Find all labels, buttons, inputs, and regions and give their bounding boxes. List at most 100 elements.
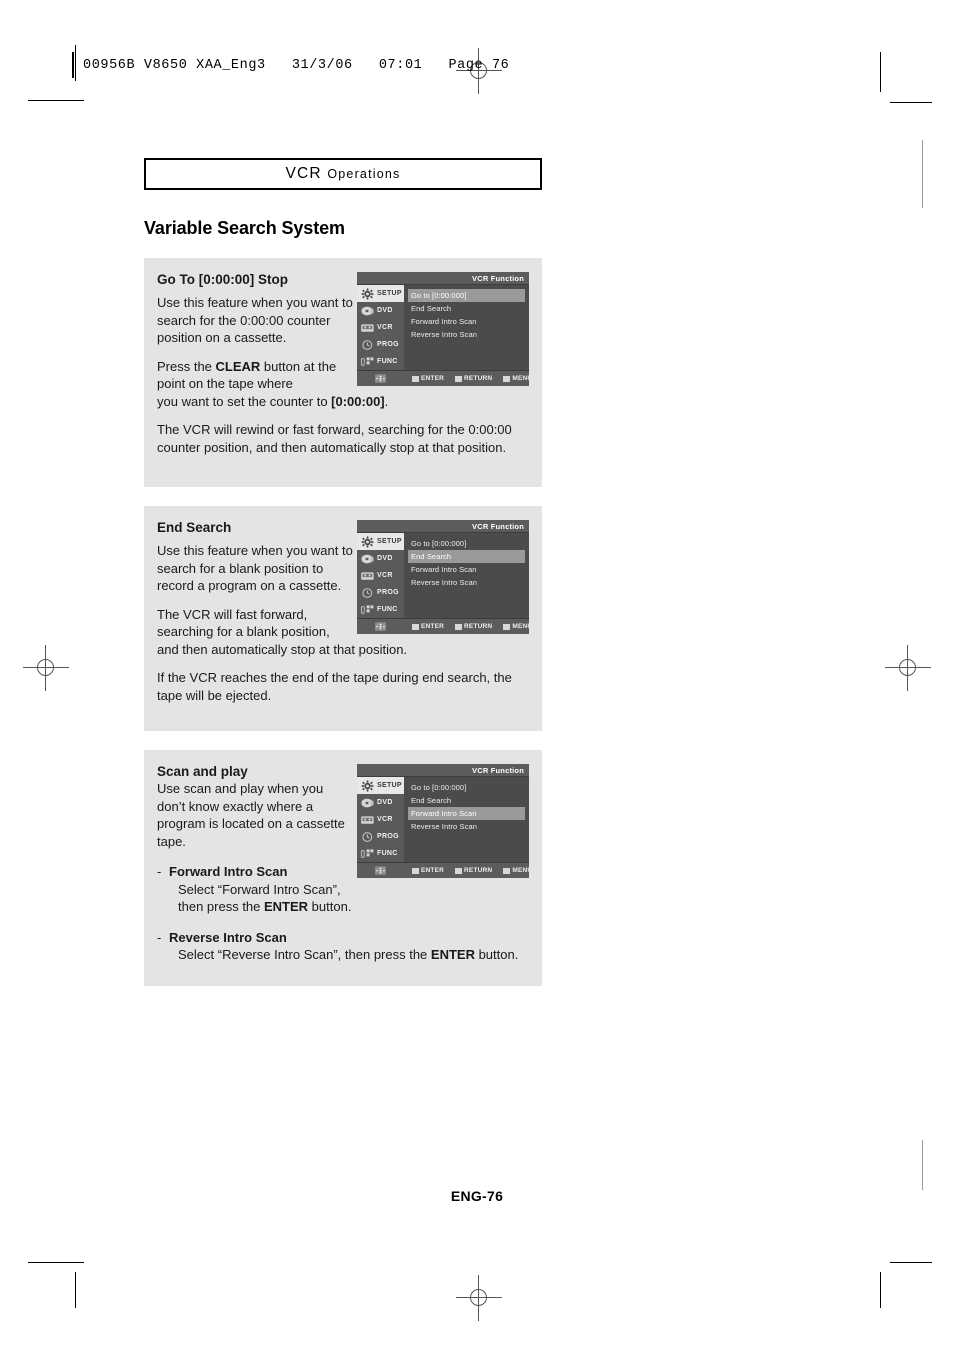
crop-mark-bottom-right-horizontal bbox=[890, 1262, 932, 1263]
osd-tab-label: VCR bbox=[377, 816, 393, 823]
osd-tab-prog[interactable]: PROG bbox=[357, 336, 404, 353]
gear-icon bbox=[360, 535, 375, 548]
gear-icon bbox=[360, 779, 375, 792]
osd-tab-setup[interactable]: SETUP bbox=[357, 533, 404, 550]
dpad-icon bbox=[357, 621, 404, 632]
chapter-banner: VCR Operations bbox=[144, 158, 542, 190]
crop-mark-top-right-horizontal bbox=[890, 102, 932, 103]
osd-menu-item[interactable]: Reverse Intro Scan bbox=[408, 328, 525, 341]
osd-menu-item[interactable]: End Search bbox=[408, 302, 525, 315]
osd-menu-item[interactable]: Reverse Intro Scan bbox=[408, 820, 525, 833]
osd-menu-item[interactable]: Go to [0:00:000] bbox=[408, 289, 525, 302]
registration-mark-right bbox=[885, 645, 931, 691]
osd-title: VCR Function bbox=[472, 273, 524, 283]
osd-tab-label: SETUP bbox=[377, 782, 402, 789]
osd-tab-dvd[interactable]: DVD bbox=[357, 794, 404, 811]
osd-tab-label: PROG bbox=[377, 341, 399, 348]
osd-tab-label: SETUP bbox=[377, 290, 402, 297]
dpad-icon bbox=[357, 373, 404, 384]
osd-key-label: MENU bbox=[512, 623, 529, 630]
osd-key-label: ENTER bbox=[421, 623, 445, 630]
osd-menu-list: Go to [0:00:000] End Search Forward Intr… bbox=[404, 777, 529, 862]
osd-body: SETUP DVD VCR PROG FUNC Go to [0:00:000]… bbox=[357, 777, 529, 862]
osd-tab-func[interactable]: FUNC bbox=[357, 601, 404, 618]
chapter-small-word: Operations bbox=[327, 167, 401, 181]
section-paragraph: Use this feature when you want to search… bbox=[157, 543, 353, 593]
osd-menu-list: Go to [0:00:000] End Search Forward Intr… bbox=[404, 533, 529, 618]
section-panel-end-search: End Search Use this feature when you wan… bbox=[144, 506, 542, 731]
enter-key-icon bbox=[412, 375, 419, 382]
print-header-code: 00956B V8650 XAA_Eng3 31/3/06 07:01 Page… bbox=[83, 57, 510, 73]
grid-icon bbox=[360, 848, 375, 860]
crop-mark-bottom-right-vertical bbox=[880, 1272, 881, 1308]
section-paragraph: Use scan and play when you don’t know ex… bbox=[157, 781, 345, 849]
osd-tab-prog[interactable]: PROG bbox=[357, 828, 404, 845]
section-panel-go-to-stop: Go To [0:00:00] Stop Use this feature wh… bbox=[144, 258, 542, 487]
osd-tab-dvd[interactable]: DVD bbox=[357, 302, 404, 319]
osd-tab-label: PROG bbox=[377, 589, 399, 596]
section-paragraph: Use this feature when you want to search… bbox=[157, 295, 353, 345]
osd-menu-item[interactable]: Forward Intro Scan bbox=[408, 563, 525, 576]
osd-tab-vcr[interactable]: VCR bbox=[357, 811, 404, 828]
osd-body: SETUP DVD VCR PROG FUNC Go to [0:00:000]… bbox=[357, 533, 529, 618]
osd-tab-setup[interactable]: SETUP bbox=[357, 285, 404, 302]
osd-footer-bar: ENTER RETURN MENU bbox=[357, 618, 529, 634]
osd-title-bar: VCR Function bbox=[357, 272, 529, 285]
bullet-dash: - bbox=[157, 864, 162, 879]
page-content: VCR Operations Variable Search System Go… bbox=[144, 158, 542, 986]
osd-menu-item[interactable]: Forward Intro Scan bbox=[408, 315, 525, 328]
osd-tab-func[interactable]: FUNC bbox=[357, 845, 404, 862]
osd-tab-label: DVD bbox=[377, 799, 393, 806]
bullet-title: Reverse Intro Scan bbox=[169, 929, 287, 945]
osd-body: SETUP DVD VCR PROG FUNC Go to [0:00:000]… bbox=[357, 285, 529, 370]
osd-tab-dvd[interactable]: DVD bbox=[357, 550, 404, 567]
osd-tab-setup[interactable]: SETUP bbox=[357, 777, 404, 794]
disc-icon bbox=[360, 305, 375, 317]
crop-mark-top-left-horizontal bbox=[28, 100, 84, 101]
print-header-tick bbox=[72, 52, 74, 78]
osd-title: VCR Function bbox=[472, 521, 524, 531]
osd-menu-item[interactable]: Forward Intro Scan bbox=[408, 807, 525, 820]
osd-footer-bar: ENTER RETURN MENU bbox=[357, 862, 529, 878]
bullet-body: Select “Reverse Intro Scan”, then press … bbox=[178, 947, 519, 962]
print-header-strip: 00956B V8650 XAA_Eng3 31/3/06 07:01 Page… bbox=[72, 52, 509, 78]
osd-menu-item[interactable]: Go to [0:00:000] bbox=[408, 537, 525, 550]
osd-tab-vcr[interactable]: VCR bbox=[357, 567, 404, 584]
enter-key-icon bbox=[412, 867, 419, 874]
list-item: - Reverse Intro Scan Select “Reverse Int… bbox=[157, 929, 528, 964]
bullet-content: Reverse Intro Scan Select “Reverse Intro… bbox=[169, 929, 528, 964]
section-paragraph: The VCR will rewind or fast forward, sea… bbox=[157, 422, 512, 455]
osd-menu-item[interactable]: Go to [0:00:000] bbox=[408, 781, 525, 794]
osd-menu-item[interactable]: Reverse Intro Scan bbox=[408, 576, 525, 589]
section-paragraph: The VCR will fast forward, searching for… bbox=[157, 606, 330, 640]
page-title: Variable Search System bbox=[144, 218, 345, 238]
osd-tab-label: DVD bbox=[377, 307, 393, 314]
osd-tab-label: SETUP bbox=[377, 538, 402, 545]
margin-guide-right-lower bbox=[922, 1140, 923, 1190]
bullet-body: Select “Forward Intro Scan”, then press t… bbox=[178, 881, 352, 915]
osd-tab-label: FUNC bbox=[377, 358, 398, 365]
osd-key-label: ENTER bbox=[421, 867, 445, 874]
cassette-icon bbox=[360, 322, 375, 334]
registration-mark-left bbox=[23, 645, 69, 691]
section-paragraph: If the VCR reaches the end of the tape d… bbox=[157, 670, 512, 703]
osd-sidebar: SETUP DVD VCR PROG FUNC bbox=[357, 777, 404, 862]
osd-key-hint: MENU bbox=[503, 867, 529, 874]
osd-tab-vcr[interactable]: VCR bbox=[357, 319, 404, 336]
disc-icon bbox=[360, 797, 375, 809]
osd-tab-label: FUNC bbox=[377, 850, 398, 857]
osd-key-hint: RETURN bbox=[455, 375, 492, 382]
osd-tab-prog[interactable]: PROG bbox=[357, 584, 404, 601]
section-paragraph: Press the CLEAR button at the point on t… bbox=[157, 358, 337, 392]
chapter-main-word: VCR bbox=[285, 165, 322, 182]
menu-key-icon bbox=[503, 375, 511, 382]
osd-screenshot: VCR Function SETUP DVD VCR PROG FUNC Go … bbox=[357, 520, 529, 634]
osd-menu-item[interactable]: End Search bbox=[408, 550, 525, 563]
osd-key-hint: ENTER bbox=[412, 375, 444, 382]
enter-key-icon bbox=[412, 623, 419, 630]
osd-menu-item[interactable]: End Search bbox=[408, 794, 525, 807]
crop-mark-top-right-vertical bbox=[880, 52, 881, 92]
osd-tab-func[interactable]: FUNC bbox=[357, 353, 404, 370]
osd-key-hint: RETURN bbox=[455, 867, 492, 874]
margin-guide-bottom-right bbox=[922, 140, 923, 160]
